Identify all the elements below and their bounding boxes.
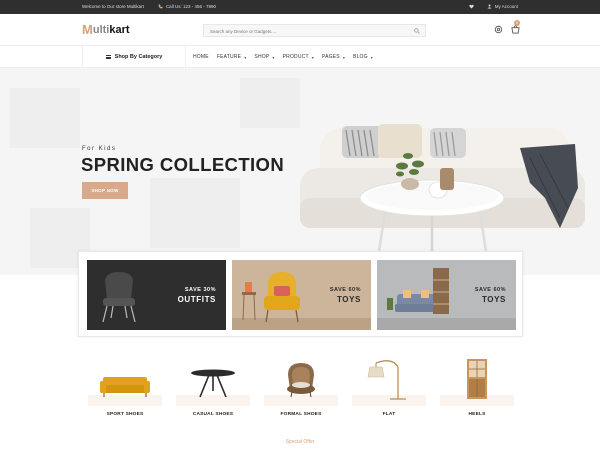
category-label: FORMAL SHOES	[280, 412, 322, 417]
nav-label: FEATURE	[216, 54, 242, 60]
category-label: FLAT	[382, 412, 396, 417]
gear-icon[interactable]	[494, 25, 503, 34]
background-shape	[150, 178, 240, 248]
nav-item-shop[interactable]: SHOP ▾	[254, 54, 274, 60]
hero-banner: For Kids SPRING COLLECTION SHOP NOW	[0, 68, 600, 275]
header: Multi kart Search any Device or Gadgets..…	[0, 14, 600, 46]
my-account-text: My Account	[494, 4, 518, 9]
search-placeholder: Search any Device or Gadgets....	[210, 28, 277, 34]
search-icon[interactable]	[414, 28, 420, 34]
phone-icon	[158, 4, 163, 9]
background-shape	[10, 88, 80, 148]
search-input[interactable]: Search any Device or Gadgets....	[203, 24, 426, 37]
category-row: SPORT SHOES CASUAL SHOES FORMAL SHOES FL…	[88, 355, 514, 425]
heart-icon[interactable]	[469, 4, 474, 9]
category-label: CASUAL SHOES	[192, 412, 234, 417]
promo-text: SAVE 30% OUTFITS	[178, 287, 216, 304]
shop-by-category-label: Shop By Category	[114, 54, 163, 60]
nav-label: HOME	[193, 54, 209, 60]
promo-title: OUTFITS	[177, 295, 216, 304]
menu-icon	[105, 55, 111, 59]
nav-item-blog[interactable]: BLOG ▾	[353, 54, 373, 60]
cart-badge: 0	[514, 20, 520, 26]
hero-title: SPRING COLLECTION	[81, 154, 285, 175]
chevron-down-icon: ▾	[244, 54, 247, 60]
category-sport-shoes[interactable]: SPORT SHOES	[88, 355, 162, 421]
promo-text: SAVE 60% TOYS	[330, 287, 361, 304]
shop-now-button[interactable]: SHOP NOW	[82, 182, 128, 199]
call-text: Call Us: 123 - 456 - 7890	[165, 4, 216, 9]
header-icons	[494, 25, 520, 34]
chevron-down-icon: ▾	[370, 54, 373, 60]
promo-card-toys[interactable]: SAVE 60% TOYS	[232, 260, 371, 330]
promo-text: SAVE 60% TOYS	[475, 287, 506, 304]
main-nav: Shop By Category HOME FEATURE ▾ SHOP ▾ PRO…	[0, 46, 600, 68]
nav-label: SHOP	[254, 54, 270, 60]
side-table-icon	[191, 369, 235, 398]
promo-card-toys-2[interactable]: SAVE 60% TOYS	[377, 260, 516, 330]
chevron-down-icon: ▾	[311, 54, 314, 60]
category-flat[interactable]: FLAT	[352, 355, 426, 421]
top-bar: Welcome to Our store Multikart Call Us: …	[0, 0, 600, 14]
cabinet-icon	[467, 359, 487, 399]
user-icon	[487, 4, 492, 9]
cart-icon[interactable]	[511, 25, 520, 34]
nav-item-pages[interactable]: PAGES ▾	[322, 54, 345, 60]
promo-discount: SAVE 60%	[474, 287, 506, 293]
promo-card-outfits[interactable]: SAVE 30% OUTFITS	[87, 260, 226, 330]
logo[interactable]: Multi kart	[82, 23, 130, 37]
my-account-link[interactable]: My Account	[487, 4, 518, 9]
section-heading: Special Offer	[285, 439, 315, 445]
promo-title: TOYS	[481, 295, 506, 304]
promo-discount: SAVE 30%	[184, 287, 216, 293]
logo-part-2: kart	[109, 24, 130, 36]
category-heels[interactable]: HEELS	[440, 355, 514, 421]
nav-label: PAGES	[321, 54, 340, 60]
category-label: SPORT SHOES	[106, 412, 144, 417]
sofa-icon	[100, 377, 150, 397]
shop-by-category-button[interactable]: Shop By Category	[82, 46, 186, 68]
category-formal-shoes[interactable]: FORMAL SHOES	[264, 355, 338, 421]
promo-title: TOYS	[336, 295, 361, 304]
menu: HOME FEATURE ▾ SHOP ▾ PRODUCT ▾ PAGES ▾ BLOG…	[193, 54, 381, 60]
promo-banners: SAVE 30% OUTFITS SAVE 60% TOYS SAVE 60% …	[78, 251, 523, 337]
logo-m: M	[82, 22, 93, 37]
rattan-chair-icon	[287, 363, 315, 398]
nav-label: BLOG	[353, 54, 368, 60]
welcome-text: Welcome to Our store Multikart	[82, 4, 144, 9]
floor-lamp-icon	[367, 360, 406, 400]
hero-kicker: For Kids	[82, 146, 117, 152]
logo-part-1: ulti	[92, 24, 110, 36]
nav-item-product[interactable]: PRODUCT ▾	[283, 54, 314, 60]
chevron-down-icon: ▾	[342, 54, 346, 60]
category-label: HEELS	[468, 412, 486, 417]
nav-item-feature[interactable]: FEATURE ▾	[217, 54, 247, 60]
nav-label: PRODUCT	[282, 54, 309, 60]
chevron-down-icon: ▾	[272, 54, 275, 60]
category-casual-shoes[interactable]: CASUAL SHOES	[176, 355, 250, 421]
hero-sofa-image	[300, 124, 585, 263]
call-info: Call Us: 123 - 456 - 7890	[158, 4, 216, 9]
nav-item-home[interactable]: HOME	[193, 54, 209, 60]
promo-discount: SAVE 60%	[329, 287, 361, 293]
